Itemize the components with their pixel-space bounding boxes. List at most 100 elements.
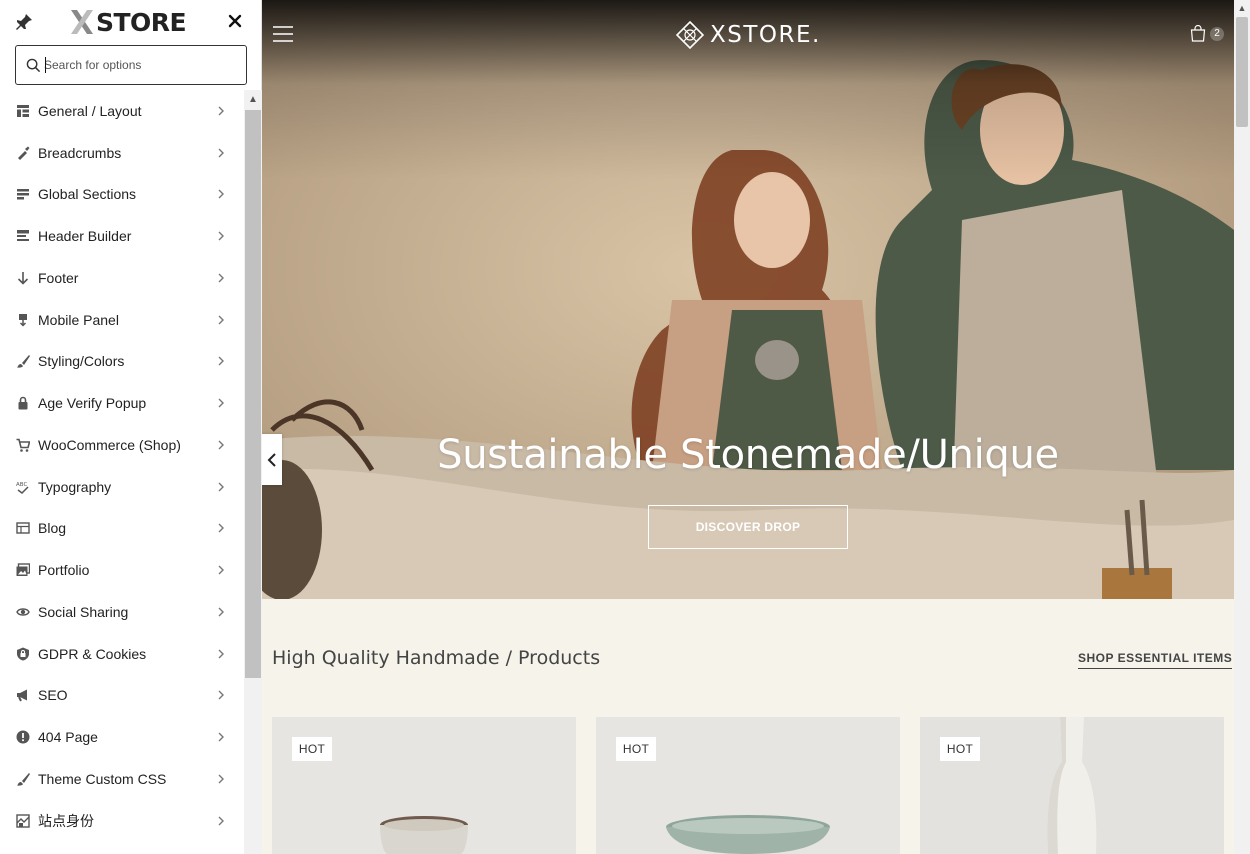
chevron-right-icon: [218, 482, 224, 492]
hot-badge: HOT: [616, 737, 656, 761]
sections-icon: [17, 189, 29, 200]
portfolio-icon: [16, 563, 30, 577]
menu-item-label: Styling/Colors: [38, 353, 125, 370]
footer-arrow-icon: [17, 271, 29, 285]
menu-item-global-sections[interactable]: Global Sections: [0, 174, 244, 216]
panel-scrollbar[interactable]: ▲: [244, 90, 262, 854]
chevron-right-icon: [218, 690, 224, 700]
menu-item-mobile-panel[interactable]: Mobile Panel: [0, 299, 244, 341]
menu-item-label: Blog: [38, 520, 67, 537]
menu-item-header-builder[interactable]: Header Builder: [0, 215, 244, 257]
breadcrumbs-icon: [18, 146, 30, 160]
megaphone-icon: [17, 689, 27, 702]
scroll-up-icon[interactable]: ▲: [1234, 0, 1250, 16]
menu-item-seo[interactable]: SEO: [0, 675, 244, 717]
site-preview: XSTORE. 2 Sustainable Stonemade/Unique D…: [262, 0, 1234, 854]
menu-item-age-verify-popup[interactable]: Age Verify Popup: [0, 382, 244, 424]
menu-item-label: Footer: [38, 269, 79, 286]
chevron-right-icon: [218, 315, 224, 325]
chevron-right-icon: [218, 774, 224, 784]
shopping-bag-icon: [1190, 25, 1206, 42]
chevron-right-icon: [218, 273, 224, 283]
menu-item-typography[interactable]: ABC Typography: [0, 466, 244, 508]
menu-item-theme-custom-css[interactable]: Theme Custom CSS: [0, 758, 244, 800]
site-logo[interactable]: XSTORE.: [676, 20, 821, 50]
close-icon[interactable]: [226, 12, 244, 30]
menu-item-label: Breadcrumbs: [38, 144, 122, 161]
brand-name: XSTORE.: [710, 22, 821, 48]
page-scrollbar[interactable]: ▲: [1234, 0, 1250, 854]
menu-item-label: Header Builder: [38, 228, 132, 245]
menu-item-label: Age Verify Popup: [38, 395, 147, 412]
search-icon: [26, 58, 41, 73]
chevron-right-icon: [218, 231, 224, 241]
menu-item-label: Global Sections: [38, 186, 137, 203]
chevron-left-icon: [267, 452, 276, 467]
cart-count-badge: 2: [1210, 26, 1224, 41]
chevron-right-icon: [218, 106, 224, 116]
discover-drop-button[interactable]: DISCOVER DROP: [648, 505, 848, 549]
product-card[interactable]: HOT: [596, 717, 900, 854]
chevron-right-icon: [218, 356, 224, 366]
menu-item-styling-colors[interactable]: Styling/Colors: [0, 341, 244, 383]
menu-item-breadcrumbs[interactable]: Breadcrumbs: [0, 132, 244, 174]
customizer-menu-area: General / Layout Breadcrumbs Global Sectio…: [0, 90, 262, 854]
logo-mark-icon: [70, 9, 94, 35]
scroll-up-icon[interactable]: ▲: [244, 90, 262, 108]
menu-item-label: WooCommerce (Shop): [38, 436, 181, 453]
menu-item-label: 404 Page: [38, 729, 98, 746]
collapse-panel-button[interactable]: [262, 434, 282, 485]
chevron-right-icon: [218, 398, 224, 408]
chevron-right-icon: [218, 440, 224, 450]
product-card[interactable]: HOT: [920, 717, 1224, 854]
menu-item-label: SEO: [38, 687, 68, 704]
customizer-panel: STORE General / Layout Breadcrumbs Global …: [0, 0, 262, 854]
shop-essential-items-link[interactable]: SHOP ESSENTIAL ITEMS: [1078, 651, 1233, 669]
menu-item-gdpr-cookies[interactable]: GDPR & Cookies: [0, 633, 244, 675]
menu-item-blog[interactable]: Blog: [0, 508, 244, 550]
products-section-title: High Quality Handmade / Products: [272, 647, 601, 669]
brush-icon: [17, 772, 30, 786]
brush-icon: [17, 355, 30, 369]
shield-icon: [17, 647, 29, 661]
menu-item-portfolio[interactable]: Portfolio: [0, 549, 244, 591]
menu-hamburger-icon[interactable]: [272, 24, 294, 44]
panel-scrollbar-thumb[interactable]: [245, 110, 261, 678]
chevron-right-icon: [218, 565, 224, 575]
chevron-right-icon: [218, 189, 224, 199]
menu-item-404-page[interactable]: 404 Page: [0, 716, 244, 758]
xstore-logo: STORE: [70, 6, 187, 38]
menu-item-site-identity[interactable]: 站点身份: [0, 800, 244, 842]
hot-badge: HOT: [292, 737, 332, 761]
menu-item-label: Theme Custom CSS: [38, 770, 167, 787]
pin-icon[interactable]: [14, 12, 34, 32]
header-cart[interactable]: 2: [1190, 25, 1224, 42]
header-icon: [17, 230, 29, 242]
menu-item-woocommerce-shop[interactable]: WooCommerce (Shop): [0, 424, 244, 466]
chevron-right-icon: [218, 732, 224, 742]
menu-item-label: 站点身份: [38, 812, 94, 829]
chevron-right-icon: [218, 649, 224, 659]
menu-item-social-sharing[interactable]: Social Sharing: [0, 591, 244, 633]
text-caret: [45, 57, 46, 73]
cart-icon: [16, 438, 30, 452]
search-input[interactable]: [44, 55, 240, 75]
hero-title: Sustainable Stonemade/Unique: [437, 432, 1059, 478]
customizer-menu: General / Layout Breadcrumbs Global Sectio…: [0, 90, 244, 842]
site-identity-icon: [16, 813, 30, 828]
menu-item-general-layout[interactable]: General / Layout: [0, 90, 244, 132]
menu-item-label: Typography: [38, 478, 112, 495]
product-card[interactable]: HOT: [272, 717, 576, 854]
svg-text:ABC: ABC: [16, 482, 27, 488]
layout-icon: [17, 104, 29, 117]
chevron-right-icon: [218, 148, 224, 158]
menu-item-footer[interactable]: Footer: [0, 257, 244, 299]
blog-icon: [16, 522, 30, 535]
diamond-logo-icon: [676, 21, 704, 49]
visibility-icon: [16, 608, 30, 616]
menu-item-label: Portfolio: [38, 562, 90, 579]
page-scrollbar-thumb[interactable]: [1236, 17, 1248, 127]
logo-text: STORE: [96, 7, 187, 37]
hot-badge: HOT: [940, 737, 980, 761]
menu-item-label: Social Sharing: [38, 603, 129, 620]
